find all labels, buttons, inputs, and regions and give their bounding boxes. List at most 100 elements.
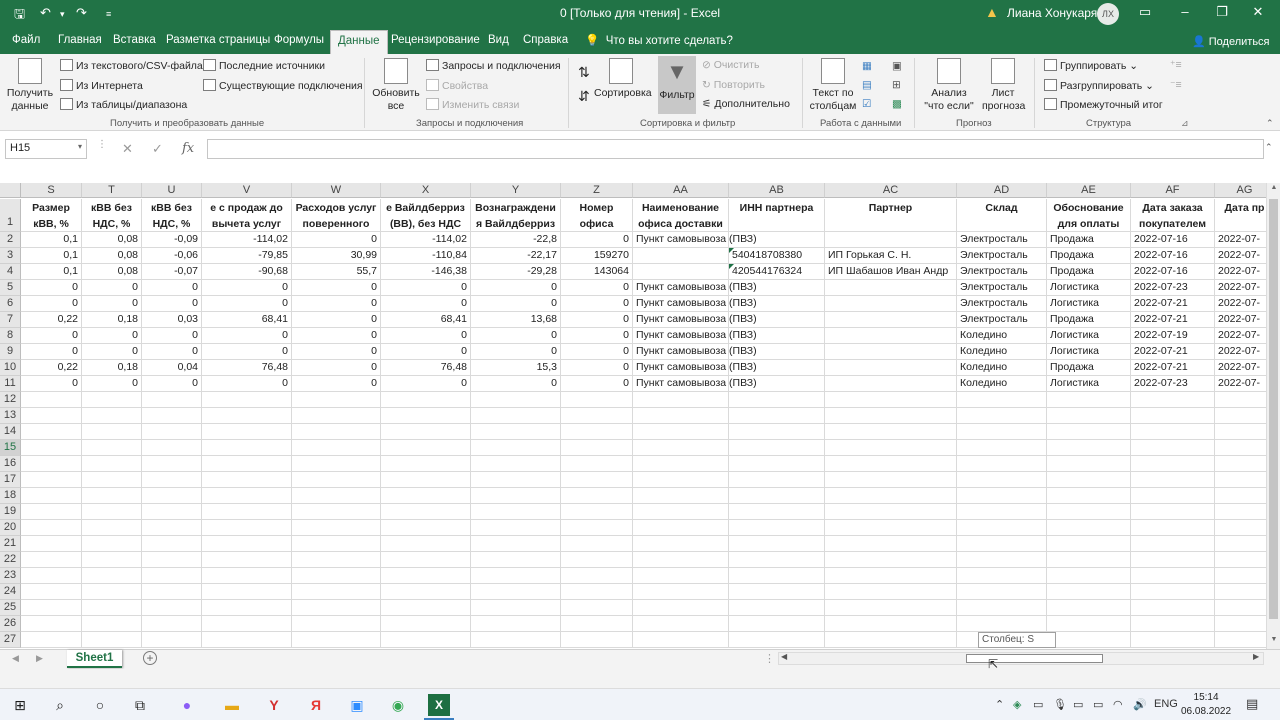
table-cell[interactable]: 0,04 (142, 360, 202, 376)
empty-cell[interactable] (202, 632, 292, 648)
table-cell[interactable]: 0 (561, 328, 633, 344)
empty-cell[interactable] (21, 392, 82, 408)
empty-cell[interactable] (729, 488, 825, 504)
table-cell[interactable]: 0 (561, 360, 633, 376)
row-header[interactable]: 12 (0, 392, 21, 408)
empty-cell[interactable] (633, 584, 729, 600)
table-cell[interactable]: 68,41 (202, 312, 292, 328)
table-cell[interactable]: 0 (471, 280, 561, 296)
empty-cell[interactable] (1215, 584, 1266, 600)
data-model-icon[interactable]: ▩ (892, 98, 902, 110)
table-cell[interactable]: Электросталь (957, 248, 1047, 264)
empty-cell[interactable] (292, 536, 381, 552)
empty-cell[interactable] (381, 408, 471, 424)
tray-battery-app-icon[interactable]: ▭ (1033, 698, 1043, 711)
table-cell[interactable]: -22,17 (471, 248, 561, 264)
empty-cell[interactable] (957, 552, 1047, 568)
table-cell[interactable]: 2022-07- (1215, 280, 1266, 296)
empty-cell[interactable] (381, 616, 471, 632)
empty-cell[interactable] (142, 520, 202, 536)
empty-cell[interactable] (381, 472, 471, 488)
search-icon[interactable]: ⌕ (49, 694, 71, 716)
empty-cell[interactable] (21, 536, 82, 552)
empty-cell[interactable] (292, 424, 381, 440)
row-header[interactable]: 10 (0, 360, 21, 376)
ribbon-display-icon[interactable]: ▭ (1130, 4, 1160, 20)
empty-cell[interactable] (729, 504, 825, 520)
what-if-button[interactable]: Анализ "что если" (920, 58, 978, 113)
empty-cell[interactable] (202, 552, 292, 568)
empty-cell[interactable] (957, 584, 1047, 600)
empty-cell[interactable] (1131, 632, 1215, 648)
empty-cell[interactable] (633, 552, 729, 568)
table-cell[interactable]: 2022-07-21 (1131, 360, 1215, 376)
sort-za-icon[interactable]: ⇵ (578, 88, 590, 105)
empty-cell[interactable] (825, 472, 957, 488)
table-cell[interactable]: 0 (21, 280, 82, 296)
empty-cell[interactable] (561, 440, 633, 456)
share-button[interactable]: 👤 Поделиться (1192, 35, 1270, 48)
empty-cell[interactable] (202, 520, 292, 536)
empty-cell[interactable] (202, 616, 292, 632)
clock[interactable]: 15:14 06.08.2022 (1181, 691, 1231, 719)
empty-cell[interactable] (471, 600, 561, 616)
empty-cell[interactable] (82, 408, 142, 424)
empty-cell[interactable] (1131, 488, 1215, 504)
header-cell[interactable]: Партнер (825, 199, 957, 232)
empty-cell[interactable] (633, 488, 729, 504)
row-header[interactable]: 27 (0, 632, 21, 648)
row-header[interactable]: 1 (0, 199, 21, 232)
empty-cell[interactable] (142, 552, 202, 568)
edit-links-button[interactable]: Изменить связи (426, 98, 519, 111)
column-header-aa[interactable]: AA (633, 183, 729, 198)
table-cell[interactable]: 0 (202, 280, 292, 296)
empty-cell[interactable] (21, 584, 82, 600)
column-header-af[interactable]: AF (1131, 183, 1215, 198)
get-data-button[interactable]: Получить данные (6, 58, 54, 113)
empty-cell[interactable] (825, 632, 957, 648)
column-header-ab[interactable]: AB (729, 183, 825, 198)
minimize-icon[interactable]: – (1170, 4, 1200, 19)
empty-cell[interactable] (1215, 440, 1266, 456)
empty-cell[interactable] (825, 600, 957, 616)
table-cell[interactable]: 0 (142, 376, 202, 392)
forecast-sheet-button[interactable]: Лист прогноза (982, 58, 1025, 113)
empty-cell[interactable] (1047, 456, 1131, 472)
row-header[interactable]: 21 (0, 536, 21, 552)
empty-cell[interactable] (471, 472, 561, 488)
empty-cell[interactable] (292, 520, 381, 536)
empty-cell[interactable] (729, 584, 825, 600)
empty-cell[interactable] (381, 440, 471, 456)
empty-cell[interactable] (142, 488, 202, 504)
empty-cell[interactable] (1215, 632, 1266, 648)
table-cell[interactable]: 0 (381, 280, 471, 296)
empty-cell[interactable] (633, 616, 729, 632)
empty-cell[interactable] (825, 456, 957, 472)
scroll-right-icon[interactable]: ▶ (1253, 652, 1259, 661)
empty-cell[interactable] (292, 568, 381, 584)
empty-cell[interactable] (1047, 616, 1131, 632)
empty-cell[interactable] (1047, 440, 1131, 456)
empty-cell[interactable] (202, 504, 292, 520)
table-cell[interactable]: 2022-07- (1215, 296, 1266, 312)
table-cell[interactable]: 55,7 (292, 264, 381, 280)
empty-cell[interactable] (1215, 536, 1266, 552)
table-cell[interactable]: 0,03 (142, 312, 202, 328)
column-header-t[interactable]: T (82, 183, 142, 198)
column-header-w[interactable]: W (292, 183, 381, 198)
table-cell[interactable]: Электросталь (957, 296, 1047, 312)
empty-cell[interactable] (202, 424, 292, 440)
empty-cell[interactable] (1215, 392, 1266, 408)
empty-cell[interactable] (381, 536, 471, 552)
empty-cell[interactable] (957, 440, 1047, 456)
zoom-icon[interactable]: ▣ (346, 694, 368, 716)
table-cell[interactable]: 0 (561, 312, 633, 328)
empty-cell[interactable] (381, 568, 471, 584)
empty-cell[interactable] (202, 600, 292, 616)
table-cell[interactable]: 2022-07- (1215, 328, 1266, 344)
table-cell[interactable]: Пункт самовывоза (ПВЗ) (633, 280, 757, 296)
column-header-u[interactable]: U (142, 183, 202, 198)
empty-cell[interactable] (561, 392, 633, 408)
table-cell[interactable]: 0 (292, 328, 381, 344)
table-cell[interactable]: 0,18 (82, 312, 142, 328)
